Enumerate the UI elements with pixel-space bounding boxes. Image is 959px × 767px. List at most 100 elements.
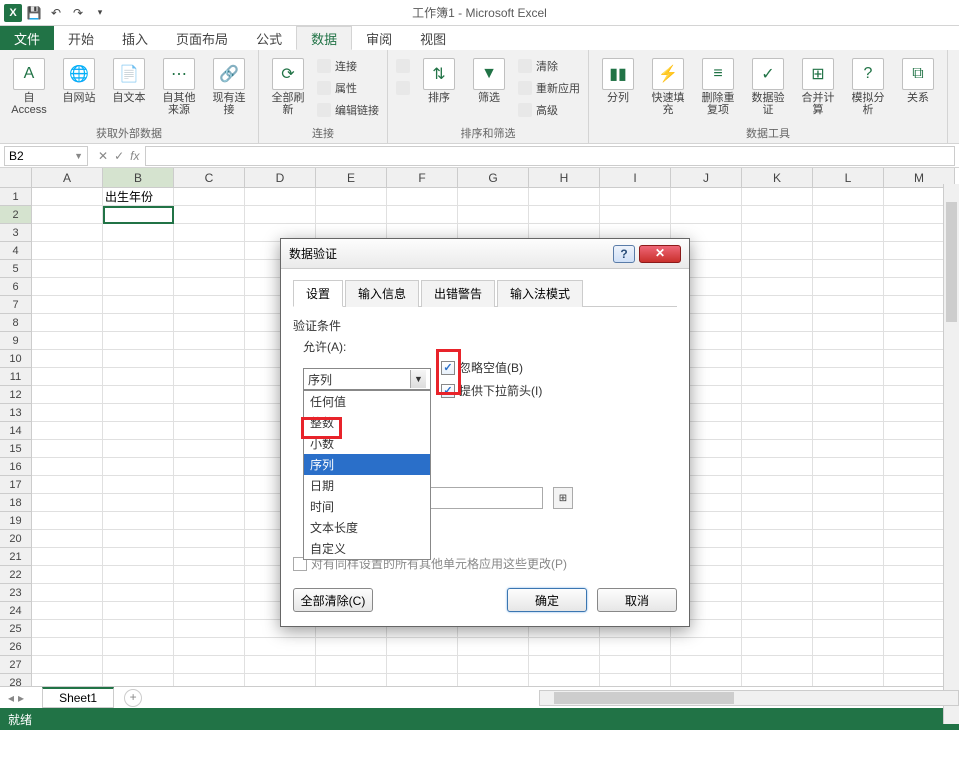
- cell[interactable]: [103, 350, 174, 368]
- cell[interactable]: [103, 530, 174, 548]
- from-text-button[interactable]: 📄自文本: [106, 56, 152, 106]
- dialog-help-button[interactable]: ?: [613, 245, 635, 263]
- col-header-D[interactable]: D: [245, 168, 316, 188]
- cell[interactable]: [813, 674, 884, 686]
- cell[interactable]: [174, 656, 245, 674]
- cancel-button[interactable]: 取消: [597, 588, 677, 612]
- cell[interactable]: [174, 440, 245, 458]
- cell[interactable]: [103, 242, 174, 260]
- cell[interactable]: [32, 206, 103, 224]
- row-header-10[interactable]: 10: [0, 350, 32, 368]
- allow-option[interactable]: 整数: [304, 412, 430, 433]
- cell[interactable]: [813, 278, 884, 296]
- text-to-columns-button[interactable]: ▮▮分列: [595, 56, 641, 106]
- row-header-19[interactable]: 19: [0, 512, 32, 530]
- col-header-K[interactable]: K: [742, 168, 813, 188]
- cell[interactable]: [103, 602, 174, 620]
- cell[interactable]: [813, 512, 884, 530]
- cell[interactable]: [813, 296, 884, 314]
- relationships-button[interactable]: ⧉关系: [895, 56, 941, 106]
- cell[interactable]: [600, 188, 671, 206]
- cell[interactable]: [32, 422, 103, 440]
- select-all-corner[interactable]: [0, 168, 32, 188]
- cell[interactable]: [742, 494, 813, 512]
- sheet-nav-last-icon[interactable]: ▸: [18, 691, 24, 705]
- cell[interactable]: [174, 494, 245, 512]
- whatif-button[interactable]: ?模拟分析: [845, 56, 891, 118]
- cell[interactable]: [103, 260, 174, 278]
- cell[interactable]: [316, 674, 387, 686]
- cell[interactable]: [813, 530, 884, 548]
- cell[interactable]: [103, 422, 174, 440]
- cell[interactable]: [174, 350, 245, 368]
- cell[interactable]: [32, 404, 103, 422]
- ok-button[interactable]: 确定: [507, 588, 587, 612]
- cell[interactable]: [742, 260, 813, 278]
- dialog-tab-input[interactable]: 输入信息: [345, 280, 419, 307]
- enter-formula-icon[interactable]: ✓: [114, 149, 124, 163]
- cell[interactable]: [813, 656, 884, 674]
- cell[interactable]: [103, 512, 174, 530]
- cell[interactable]: [32, 602, 103, 620]
- tab-insert[interactable]: 插入: [108, 26, 162, 50]
- cell[interactable]: [103, 404, 174, 422]
- cell[interactable]: [32, 638, 103, 656]
- cell[interactable]: [813, 404, 884, 422]
- cell[interactable]: [32, 476, 103, 494]
- cell-B2-selected[interactable]: [103, 206, 174, 224]
- cell[interactable]: [174, 242, 245, 260]
- cell[interactable]: [316, 188, 387, 206]
- cell[interactable]: [671, 674, 742, 686]
- dialog-tab-error[interactable]: 出错警告: [421, 280, 495, 307]
- cell[interactable]: [742, 674, 813, 686]
- from-web-button[interactable]: 🌐自网站: [56, 56, 102, 106]
- tab-home[interactable]: 开始: [54, 26, 108, 50]
- cell[interactable]: [103, 314, 174, 332]
- filter-button[interactable]: ▼筛选: [466, 56, 512, 106]
- row-header-13[interactable]: 13: [0, 404, 32, 422]
- cell[interactable]: [387, 674, 458, 686]
- cell[interactable]: [32, 278, 103, 296]
- cell[interactable]: [174, 476, 245, 494]
- cell[interactable]: [32, 314, 103, 332]
- cell[interactable]: [742, 188, 813, 206]
- formula-input[interactable]: [145, 146, 955, 166]
- cell[interactable]: [174, 368, 245, 386]
- cell[interactable]: [813, 458, 884, 476]
- col-header-C[interactable]: C: [174, 168, 245, 188]
- cell[interactable]: [742, 314, 813, 332]
- cell[interactable]: [600, 206, 671, 224]
- fx-icon[interactable]: fx: [130, 149, 139, 163]
- cell[interactable]: [103, 224, 174, 242]
- cell[interactable]: [458, 638, 529, 656]
- allow-option[interactable]: 日期: [304, 475, 430, 496]
- sort-az-button[interactable]: [394, 56, 412, 76]
- cell[interactable]: [742, 566, 813, 584]
- connections-button[interactable]: 连接: [315, 56, 381, 76]
- cell[interactable]: [174, 404, 245, 422]
- cell[interactable]: [671, 206, 742, 224]
- cell[interactable]: [529, 206, 600, 224]
- row-header-8[interactable]: 8: [0, 314, 32, 332]
- cell[interactable]: [245, 674, 316, 686]
- cell[interactable]: [742, 332, 813, 350]
- chevron-down-icon[interactable]: ▼: [74, 151, 83, 161]
- cell[interactable]: [742, 350, 813, 368]
- cell[interactable]: [103, 656, 174, 674]
- row-header-22[interactable]: 22: [0, 566, 32, 584]
- row-header-9[interactable]: 9: [0, 332, 32, 350]
- allow-option[interactable]: 序列: [304, 454, 430, 475]
- properties-button[interactable]: 属性: [315, 78, 381, 98]
- cell[interactable]: [32, 242, 103, 260]
- range-picker-button[interactable]: ⊞: [553, 487, 573, 509]
- cell[interactable]: [32, 260, 103, 278]
- cell[interactable]: [813, 638, 884, 656]
- sort-button[interactable]: ⇅排序: [416, 56, 462, 106]
- cell[interactable]: [103, 278, 174, 296]
- vertical-scrollbar[interactable]: [943, 184, 959, 724]
- col-header-F[interactable]: F: [387, 168, 458, 188]
- cell[interactable]: [529, 638, 600, 656]
- cell[interactable]: [174, 422, 245, 440]
- col-header-B[interactable]: B: [103, 168, 174, 188]
- cell[interactable]: [32, 368, 103, 386]
